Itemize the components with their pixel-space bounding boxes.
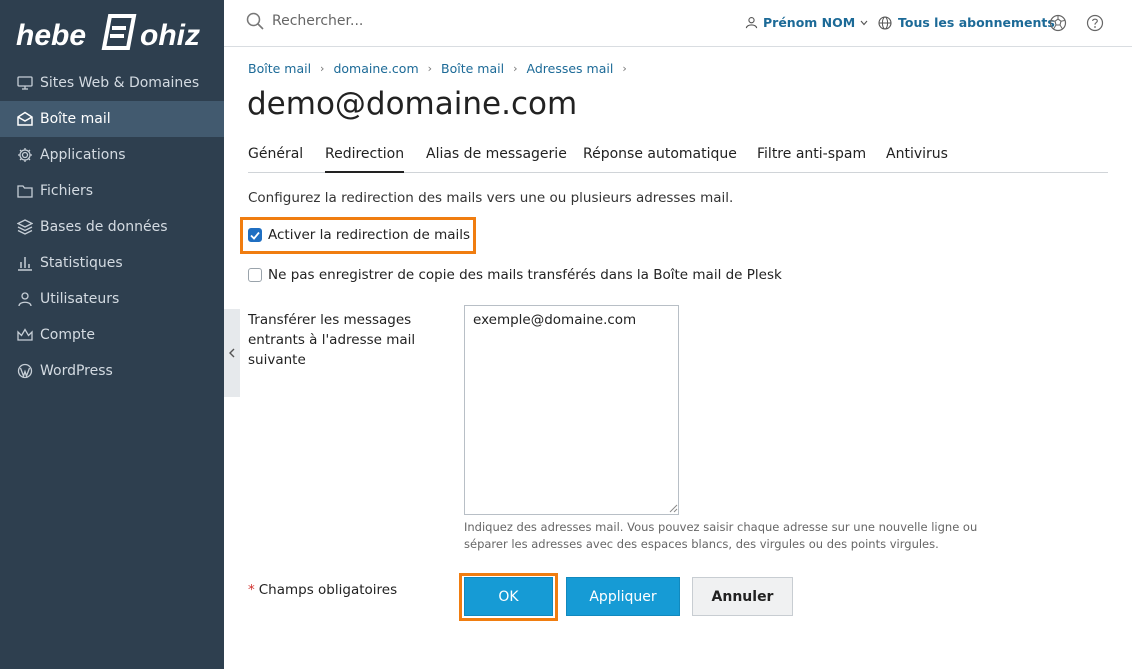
chevron-left-icon xyxy=(229,348,235,358)
user-name: Prénom NOM xyxy=(763,15,856,30)
breadcrumb: Boîte mail › domaine.com › Boîte mail › … xyxy=(248,61,636,76)
chevron-right-icon: › xyxy=(427,62,433,75)
user-menu[interactable]: Prénom NOM xyxy=(745,15,868,30)
resize-grip-icon[interactable] xyxy=(668,503,678,513)
chevron-right-icon: › xyxy=(320,62,325,75)
search-box xyxy=(246,12,572,30)
chevron-right-icon: › xyxy=(622,62,627,75)
breadcrumb-item[interactable]: Adresses mail xyxy=(527,61,614,76)
sidebar-item-users[interactable]: Utilisateurs xyxy=(0,281,224,317)
enable-redirect-checkbox[interactable] xyxy=(248,228,262,242)
sidebar-item-statistics[interactable]: Statistiques xyxy=(0,245,224,281)
brand-logo[interactable]: hebe ohiz xyxy=(16,8,212,56)
sidebar-item-label: Boîte mail xyxy=(40,111,111,127)
sidebar: hebe ohiz Sites Web & Domaines Boîte mai… xyxy=(0,0,224,669)
user-icon xyxy=(16,290,34,308)
sidebar-item-applications[interactable]: Applications xyxy=(0,137,224,173)
sidebar-item-label: Statistiques xyxy=(40,255,123,271)
sidebar-item-label: Applications xyxy=(40,147,126,163)
subscriptions-menu[interactable]: Tous les abonnements xyxy=(878,15,1055,30)
sidebar-collapse-button[interactable] xyxy=(224,309,240,397)
help-icon[interactable] xyxy=(1086,14,1104,32)
folder-icon xyxy=(16,182,34,200)
forward-address-textarea[interactable] xyxy=(464,305,679,515)
cancel-button[interactable]: Annuler xyxy=(692,577,793,616)
layers-icon xyxy=(16,218,34,236)
sidebar-item-databases[interactable]: Bases de données xyxy=(0,209,224,245)
no-copy-label[interactable]: Ne pas enregistrer de copie des mails tr… xyxy=(268,267,782,283)
sidebar-item-sites[interactable]: Sites Web & Domaines xyxy=(0,65,224,101)
monitor-icon xyxy=(16,74,34,92)
sidebar-item-label: Sites Web & Domaines xyxy=(40,75,200,91)
sidebar-item-label: Utilisateurs xyxy=(40,291,120,307)
form-description: Configurez la redirection des mails vers… xyxy=(248,190,734,206)
ok-button[interactable]: OK xyxy=(464,577,553,616)
breadcrumb-item[interactable]: Boîte mail xyxy=(441,61,504,76)
gear-icon xyxy=(16,146,34,164)
enable-redirect-row: Activer la redirection de mails xyxy=(248,227,470,243)
sidebar-item-wordpress[interactable]: WordPress xyxy=(0,353,224,389)
tab-general[interactable]: Général xyxy=(248,146,303,173)
mail-icon xyxy=(16,110,34,128)
user-icon xyxy=(745,17,758,29)
tab-antivirus[interactable]: Antivirus xyxy=(886,146,948,173)
sidebar-item-files[interactable]: Fichiers xyxy=(0,173,224,209)
tab-auto-reply[interactable]: Réponse automatique xyxy=(583,146,737,173)
crown-icon xyxy=(16,326,34,344)
sidebar-item-label: Fichiers xyxy=(40,183,94,199)
top-bar: Prénom NOM Tous les abonnements xyxy=(224,0,1132,47)
chevron-right-icon: › xyxy=(513,62,518,75)
breadcrumb-item[interactable]: Boîte mail xyxy=(248,61,311,76)
svg-text:hebe: hebe xyxy=(16,19,86,52)
required-note: * Champs obligatoires xyxy=(248,582,397,598)
forward-label: Transférer les messages entrants à l'adr… xyxy=(248,312,416,368)
tab-bar: Général Redirection Alias de messagerie … xyxy=(248,146,1108,173)
bar-chart-icon xyxy=(16,254,34,272)
breadcrumb-item[interactable]: domaine.com xyxy=(333,61,418,76)
sidebar-item-mail[interactable]: Boîte mail xyxy=(0,101,224,137)
svg-text:ohiz: ohiz xyxy=(140,19,200,52)
checkmark-icon xyxy=(250,231,260,240)
wordpress-icon xyxy=(16,362,34,380)
sidebar-item-account[interactable]: Compte xyxy=(0,317,224,353)
no-copy-row: Ne pas enregistrer de copie des mails tr… xyxy=(248,267,782,283)
tab-spam-filter[interactable]: Filtre anti-spam xyxy=(757,146,866,173)
no-copy-checkbox[interactable] xyxy=(248,268,262,282)
chevron-down-icon xyxy=(860,20,868,25)
tab-mail-aliases[interactable]: Alias de messagerie xyxy=(426,146,567,173)
required-text: Champs obligatoires xyxy=(258,582,398,598)
search-icon xyxy=(246,12,264,30)
sidebar-nav: Sites Web & Domaines Boîte mail Applicat… xyxy=(0,65,224,389)
tab-redirection[interactable]: Redirection xyxy=(325,146,405,173)
forward-hint: Indiquez des adresses mail. Vous pouvez … xyxy=(464,520,978,551)
search-input[interactable] xyxy=(272,13,572,29)
sidebar-item-label: WordPress xyxy=(40,363,113,379)
required-star: * xyxy=(248,582,255,598)
apply-button[interactable]: Appliquer xyxy=(566,577,680,616)
page-title: demo@domaine.com xyxy=(247,86,578,122)
football-icon[interactable] xyxy=(1049,14,1067,32)
globe-icon xyxy=(878,15,892,30)
enable-redirect-label[interactable]: Activer la redirection de mails xyxy=(268,227,470,243)
subscriptions-label: Tous les abonnements xyxy=(898,15,1055,30)
sidebar-item-label: Compte xyxy=(40,327,95,343)
sidebar-item-label: Bases de données xyxy=(40,219,168,235)
